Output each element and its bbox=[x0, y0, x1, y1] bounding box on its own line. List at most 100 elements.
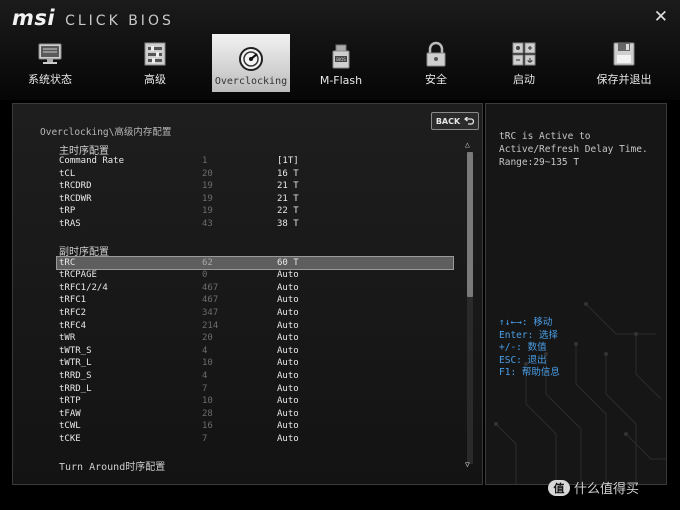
setting-default: 7 bbox=[202, 383, 208, 394]
tab-label: 高级 bbox=[144, 73, 166, 86]
setting-name: tRFC4 bbox=[59, 320, 87, 331]
setting-value: 60 T bbox=[277, 257, 299, 268]
setting-value: 38 T bbox=[277, 219, 299, 229]
setting-value: 22 T bbox=[277, 206, 299, 217]
setting-row-trcdwr[interactable]: tRCDWR 19 21 T bbox=[57, 193, 453, 206]
setting-row-twr[interactable]: tWR 20 Auto bbox=[57, 332, 453, 345]
floppy-disk-icon bbox=[613, 42, 635, 66]
setting-default: 4 bbox=[202, 370, 208, 381]
setting-name: tRRD_L bbox=[59, 383, 92, 394]
setting-default: 4 bbox=[202, 345, 208, 356]
key-hint-value: +/-: 数值 bbox=[499, 342, 547, 353]
setting-default: 10 bbox=[202, 396, 213, 407]
setting-value: 21 T bbox=[277, 181, 299, 192]
setting-row-tras[interactable]: tRAS 43 38 T bbox=[57, 218, 453, 231]
setting-row-trp[interactable]: tRP 19 22 T bbox=[57, 205, 453, 218]
setting-name: tRRD_S bbox=[59, 370, 92, 381]
breadcrumb: Overclocking\高级内存配置 bbox=[40, 127, 172, 138]
setting-name: tRAS bbox=[59, 219, 81, 229]
scroll-up-icon[interactable]: △ bbox=[465, 140, 470, 149]
setting-value: 16 T bbox=[277, 168, 299, 179]
setting-name: tRC bbox=[59, 257, 76, 268]
scroll-down-icon[interactable]: ▽ bbox=[465, 460, 470, 469]
setting-row-tcwl[interactable]: tCWL 16 Auto bbox=[57, 420, 453, 433]
setting-default: 467 bbox=[202, 295, 219, 306]
setting-name: tWTR_L bbox=[59, 358, 92, 369]
scrollbar[interactable] bbox=[467, 152, 473, 464]
setting-row-twtr-s[interactable]: tWTR_S 4 Auto bbox=[57, 345, 453, 358]
watermark-text: 什么值得买 bbox=[574, 482, 640, 497]
watermark: 值 什么值得买 bbox=[548, 478, 639, 497]
settings-panel: BACK Overclocking\高级内存配置 主时序配置 Command R… bbox=[12, 103, 483, 485]
setting-value: Auto bbox=[277, 396, 299, 407]
setting-name: tRFC1/2/4 bbox=[59, 282, 108, 293]
tab-advanced[interactable]: 高级 bbox=[100, 34, 210, 92]
tab-label: 保存并退出 bbox=[596, 73, 652, 86]
setting-default: 43 bbox=[202, 219, 213, 229]
setting-value: Auto bbox=[277, 320, 299, 331]
setting-name: tCKE bbox=[59, 433, 81, 444]
setting-default: 16 bbox=[202, 421, 213, 432]
tab-security[interactable]: 安全 bbox=[392, 34, 480, 92]
setting-name: tRCDRD bbox=[59, 181, 92, 192]
setting-row-trcpage[interactable]: tRCPAGE 0 Auto bbox=[57, 269, 453, 282]
main-tabs: 系统状态 高级 Overclocking BIOS M-Flash 安全 启动 … bbox=[0, 34, 680, 92]
setting-default: 19 bbox=[202, 206, 213, 217]
setting-row-trfc4[interactable]: tRFC4 214 Auto bbox=[57, 320, 453, 333]
setting-default: 467 bbox=[202, 282, 219, 293]
tab-system-status[interactable]: 系统状态 bbox=[0, 34, 100, 92]
setting-row-command-rate[interactable]: Command Rate 1 [1T] bbox=[57, 155, 453, 168]
close-icon[interactable]: ✕ bbox=[654, 7, 668, 27]
setting-name: tWTR_S bbox=[59, 345, 92, 356]
setting-row-trtp[interactable]: tRTP 10 Auto bbox=[57, 395, 453, 408]
tab-label: 安全 bbox=[425, 73, 447, 86]
setting-name: tRP bbox=[59, 206, 76, 217]
setting-row-trfc2[interactable]: tRFC2 347 Auto bbox=[57, 307, 453, 320]
setting-row-tcl[interactable]: tCL 20 16 T bbox=[57, 168, 453, 181]
tab-overclocking[interactable]: Overclocking bbox=[212, 34, 290, 92]
logo-brand: msi bbox=[12, 6, 56, 30]
setting-value: Auto bbox=[277, 307, 299, 318]
back-button[interactable]: BACK bbox=[431, 112, 479, 130]
setting-value: Auto bbox=[277, 282, 299, 293]
setting-value: Auto bbox=[277, 421, 299, 432]
setting-row-tcke[interactable]: tCKE 7 Auto bbox=[57, 433, 453, 446]
setting-row-trfc124[interactable]: tRFC1/2/4 467 Auto bbox=[57, 282, 453, 295]
setting-default: 20 bbox=[202, 168, 213, 179]
key-hint-enter: Enter: 选择 bbox=[499, 329, 559, 341]
setting-row-twtr-l[interactable]: tWTR_L 10 Auto bbox=[57, 357, 453, 370]
setting-value: [1T] bbox=[277, 156, 299, 166]
setting-name: tRCPAGE bbox=[59, 270, 97, 281]
tab-save-exit[interactable]: 保存并退出 bbox=[568, 34, 680, 92]
setting-row-trc[interactable]: tRC 62 60 T bbox=[56, 255, 454, 271]
setting-value: Auto bbox=[277, 433, 299, 444]
setting-value: Auto bbox=[277, 270, 299, 281]
setting-row-tfaw[interactable]: tFAW 28 Auto bbox=[57, 408, 453, 421]
key-hint-move: ↑↓←→: 移动 bbox=[499, 317, 553, 328]
monitor-icon bbox=[38, 43, 62, 64]
setting-default: 1 bbox=[202, 156, 208, 166]
setting-default: 19 bbox=[202, 193, 213, 204]
setting-default: 347 bbox=[202, 307, 219, 318]
scrollbar-thumb[interactable] bbox=[467, 152, 473, 297]
tab-boot[interactable]: 启动 bbox=[480, 34, 568, 92]
setting-row-trcdrd[interactable]: tRCDRD 19 21 T bbox=[57, 180, 453, 193]
tab-label: M-Flash bbox=[319, 74, 363, 87]
setting-name: tCWL bbox=[59, 421, 81, 432]
tab-label: Overclocking bbox=[214, 76, 288, 87]
setting-default: 0 bbox=[202, 270, 208, 281]
setting-value: Auto bbox=[277, 370, 299, 381]
setting-value: Auto bbox=[277, 383, 299, 394]
setting-name: tCL bbox=[59, 168, 76, 179]
setting-row-trrd-s[interactable]: tRRD_S 4 Auto bbox=[57, 370, 453, 383]
setting-row-trrd-l[interactable]: tRRD_L 7 Auto bbox=[57, 383, 453, 396]
setting-value: Auto bbox=[277, 295, 299, 306]
tab-m-flash[interactable]: BIOS M-Flash bbox=[290, 34, 392, 92]
setting-value: Auto bbox=[277, 358, 299, 369]
setting-row-trfc1[interactable]: tRFC1 467 Auto bbox=[57, 294, 453, 307]
msi-click-bios-logo: msi CLICK BIOS bbox=[12, 6, 174, 30]
setting-value: Auto bbox=[277, 408, 299, 419]
tab-label: 系统状态 bbox=[28, 73, 72, 86]
help-description: tRC is Active to Active/Refresh Delay Ti… bbox=[499, 131, 648, 168]
speedometer-icon bbox=[239, 47, 263, 71]
